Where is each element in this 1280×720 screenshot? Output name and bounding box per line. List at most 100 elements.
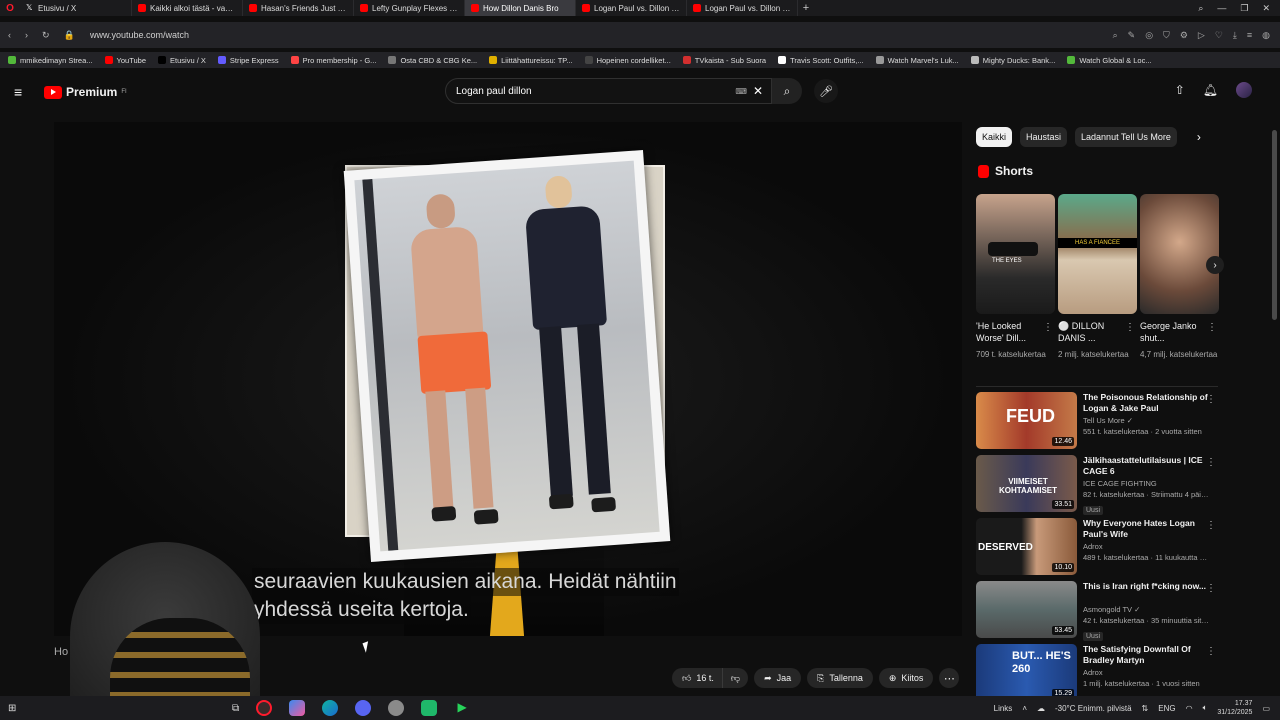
more-options-icon[interactable]: ⋮ (1206, 394, 1216, 405)
short-thumbnail[interactable] (1140, 194, 1219, 314)
more-options-icon[interactable]: ⋮ (1043, 322, 1053, 333)
language-indicator[interactable]: ENG (1158, 704, 1175, 713)
short-item-1[interactable]: HAS A FIANCEE ⚪ DILLON DANIS ... 2 milj.… (1058, 194, 1137, 360)
forward-icon[interactable]: › (25, 30, 28, 41)
volume-icon[interactable]: 🔈︎ (1203, 703, 1208, 713)
list-item[interactable]: FEUD 12.46 The Poisonous Relationship of… (976, 392, 1220, 455)
url-field[interactable]: www.youtube.com/watch (90, 30, 189, 40)
video-thumbnail[interactable]: VIIMEISET KOHTAAMISET 33.51 (976, 455, 1077, 512)
video-thumbnail[interactable]: BUT... HE'S 260 15.29 (976, 644, 1077, 701)
browser-tab-0[interactable]: 𝕏 Etusivu / X (20, 0, 132, 16)
profile-icon[interactable]: ◍ (1262, 30, 1270, 41)
wifi-icon[interactable]: ◠ (1186, 704, 1193, 713)
chevron-up-icon[interactable]: ˄ (1022, 704, 1027, 713)
scrollbar[interactable] (1272, 130, 1277, 320)
more-actions-icon[interactable]: ⋯ (939, 668, 960, 688)
video-title[interactable]: The Satisfying Downfall Of Bradley Marty… (1083, 644, 1209, 665)
links-label[interactable]: Links (994, 704, 1013, 713)
more-options-icon[interactable]: ⋮ (1206, 646, 1216, 657)
shield-icon[interactable]: ⛉ (1163, 30, 1170, 41)
shorts-next-icon[interactable]: › (1206, 256, 1224, 274)
network-icon[interactable]: ⇅ (1142, 704, 1149, 713)
browser-tab-6[interactable]: Logan Paul vs. Dillon Dan (687, 0, 798, 16)
discord-icon[interactable] (355, 700, 372, 716)
weather-text[interactable]: -30°C Enimm. pilvistä (1055, 704, 1132, 713)
chip-for-you[interactable]: Haustasi (1020, 127, 1068, 147)
browser-tab-2[interactable]: Hasan's Friends Just Expo (243, 0, 354, 16)
new-tab-icon[interactable]: + (798, 2, 814, 14)
opera-icon[interactable]: O (0, 0, 20, 16)
video-title[interactable]: This is Iran right f*cking now... (1083, 581, 1209, 602)
bookmark-item[interactable]: Hopeinen cordelliket... (584, 56, 671, 65)
dislike-button[interactable]: 👎︎ (721, 668, 749, 688)
minimize-icon[interactable]: — (1217, 3, 1226, 14)
app-icon[interactable] (388, 700, 405, 716)
bookmark-item[interactable]: Pro membership - G... (290, 56, 376, 65)
browser-tab-3[interactable]: Lefty Gunplay Flexes his C (354, 0, 465, 16)
camera-icon[interactable]: ◎ (1145, 30, 1153, 41)
copilot-icon[interactable] (289, 700, 306, 716)
download-icon[interactable]: ⤓ (1233, 30, 1237, 41)
close-icon[interactable]: ✕ (1262, 3, 1270, 14)
edit-icon[interactable]: ✎ (1128, 30, 1136, 41)
more-options-icon[interactable]: ⋮ (1206, 583, 1216, 594)
channel-name[interactable]: Adrox (1083, 668, 1209, 677)
channel-name[interactable]: Tell Us More ✓ (1083, 416, 1209, 425)
voice-search-icon[interactable]: 🎤︎ (814, 79, 838, 103)
notifications-bell-icon[interactable]: 🔔︎ (1203, 83, 1218, 97)
video-thumbnail[interactable]: 53.45 (976, 581, 1077, 638)
play-app-icon[interactable]: ▶ (454, 700, 470, 716)
bookmark-item[interactable]: Travis Scott: Outfits,... (778, 56, 864, 65)
list-item[interactable]: VIIMEISET KOHTAAMISET 33.51 Jälkihaastat… (976, 455, 1220, 518)
short-item-0[interactable]: THE EYES 'He Looked Worse' Dill... 709 t… (976, 194, 1055, 360)
chip-all[interactable]: Kaikki (976, 127, 1013, 147)
start-icon[interactable]: ⊞ (8, 703, 26, 714)
notification-icon[interactable]: ▭ (1262, 704, 1270, 713)
video-title[interactable]: The Poisonous Relationship of Logan & Ja… (1083, 392, 1209, 413)
bookmark-item[interactable]: Osta CBD & CBG Ke... (388, 56, 477, 65)
thanks-button[interactable]: ⊕ Kiitos (878, 668, 934, 688)
terminal-icon[interactable] (421, 700, 438, 716)
extension-icon[interactable]: ⚙ (1180, 30, 1188, 41)
channel-name[interactable]: ICE CAGE FIGHTING (1083, 479, 1209, 488)
chip-uploaded-by[interactable]: Ladannut Tell Us More (1075, 127, 1177, 147)
bookmark-item[interactable]: Liittähattureissu: TP... (489, 56, 573, 65)
browser-tab-5[interactable]: Logan Paul vs. Dillon Dan (576, 0, 687, 16)
search-input[interactable]: Logan paul dillon ⌨ ✕ (445, 78, 772, 104)
bookmark-item[interactable]: Mighty Ducks: Bank... (970, 56, 1055, 65)
upload-icon[interactable]: ⇧ (1175, 83, 1185, 97)
bookmark-item[interactable]: mmikedimayn Strea... (8, 56, 93, 65)
short-item-2[interactable]: George Janko shut... 4,7 milj. katseluke… (1140, 194, 1219, 360)
youtube-premium-logo[interactable]: Premium FI (44, 85, 127, 99)
menu-icon[interactable]: ≡ (1247, 30, 1252, 41)
browser-tab-1[interactable]: Kaikki alkoi tästä - vapaaottelu (132, 0, 243, 16)
play-icon[interactable]: ▷ (1198, 30, 1205, 41)
bookmark-item[interactable]: YouTube (104, 56, 146, 65)
share-button[interactable]: ➦ Jaa (754, 668, 802, 688)
bookmark-item[interactable]: Watch Marvel's Luk... (875, 56, 959, 65)
list-item[interactable]: DESERVED 10.10 Why Everyone Hates Logan … (976, 518, 1220, 581)
edge-icon[interactable] (322, 700, 339, 716)
more-options-icon[interactable]: ⋮ (1125, 322, 1135, 333)
more-options-icon[interactable]: ⋮ (1207, 322, 1217, 333)
clear-search-icon[interactable]: ✕ (753, 84, 763, 98)
channel-name[interactable]: Adrox (1083, 542, 1209, 551)
save-button[interactable]: ⎘ Tallenna (807, 668, 873, 688)
lens-icon[interactable]: ⌕ (1113, 30, 1118, 41)
short-title[interactable]: ⚪ DILLON DANIS ... (1058, 320, 1122, 346)
bookmark-item[interactable]: Watch Global & Loc... (1067, 56, 1152, 65)
short-thumbnail[interactable]: HAS A FIANCEE (1058, 194, 1137, 314)
video-thumbnail[interactable]: FEUD 12.46 (976, 392, 1077, 449)
more-options-icon[interactable]: ⋮ (1206, 457, 1216, 468)
keyboard-icon[interactable]: ⌨ (735, 87, 747, 96)
heart-icon[interactable]: ♡ (1215, 30, 1223, 41)
clock[interactable]: 17.37 31/12/2025 (1217, 699, 1252, 717)
chevron-right-icon[interactable]: › (1197, 130, 1201, 144)
search-button[interactable]: ⌕ (772, 78, 802, 104)
task-view-icon[interactable]: ⧉ (232, 703, 239, 714)
browser-tab-4[interactable]: How Dillon Danis Bro (465, 0, 576, 16)
bookmark-item[interactable]: Stripe Express (217, 56, 279, 65)
bookmark-item[interactable]: Etusivu / X (158, 56, 206, 65)
opera-taskbar-icon[interactable] (256, 700, 273, 716)
short-title[interactable]: 'He Looked Worse' Dill... (976, 320, 1040, 346)
